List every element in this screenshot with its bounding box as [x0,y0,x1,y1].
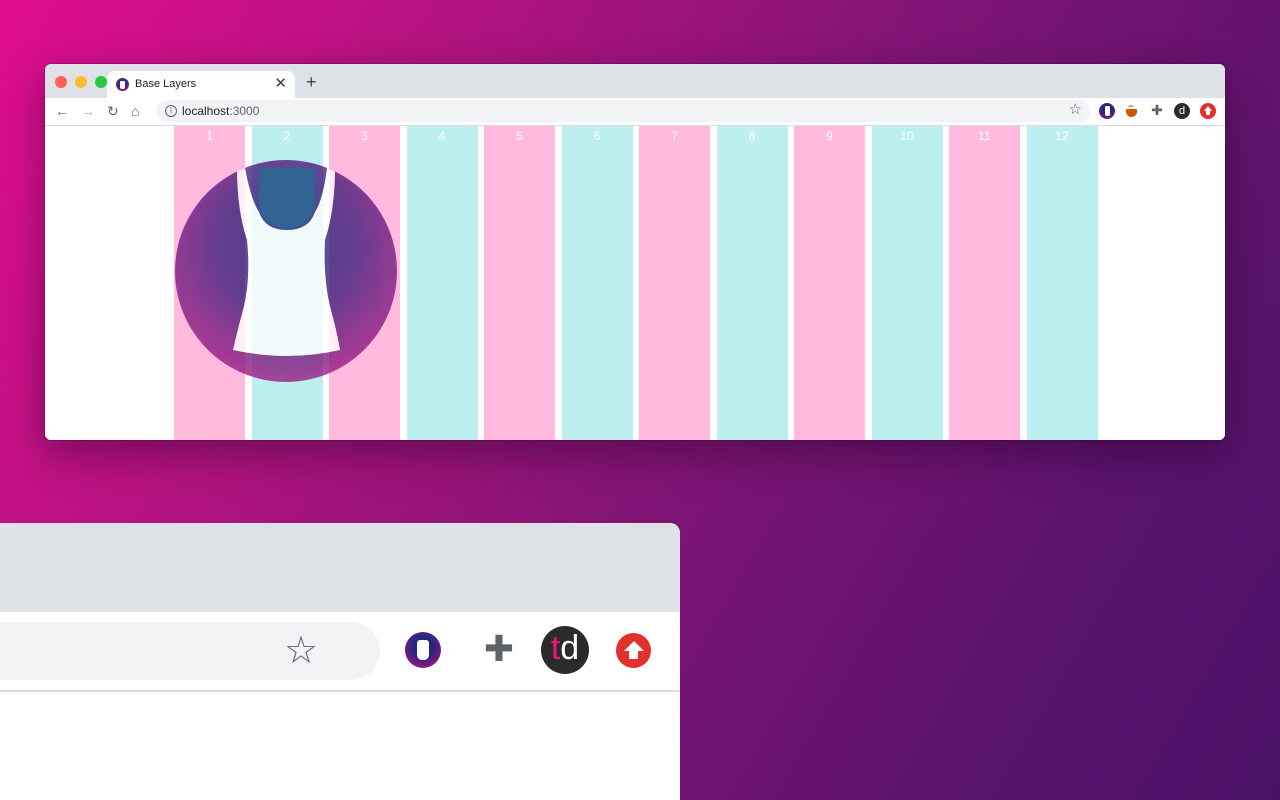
grid-column: 4 [406,126,478,440]
grid-column-number: 1 [206,129,213,143]
grid-column: 6 [561,126,633,440]
toolbar: ← → ↻ ⌂ i localhost:3000 ☆ ✚ d [45,98,1225,126]
url-text: localhost:3000 [182,104,259,118]
coffee-cup-icon[interactable] [1124,103,1140,119]
back-button[interactable]: ← [55,102,69,120]
grid-column-number: 12 [1055,129,1069,143]
info-icon[interactable]: i [165,105,177,117]
tank-top-logo [175,160,397,382]
tank-top-logo-icon [116,78,129,91]
td-icon-d: d [560,629,580,667]
puzzle-icon[interactable]: ✚ [1149,103,1165,119]
maximize-window-button[interactable] [95,76,107,88]
page-content: 1 2 3 4 5 6 7 8 9 10 11 12 [45,126,1225,440]
grid-column: 9 [794,126,865,440]
grid-column-number: 4 [438,129,446,143]
grid-column-number: 10 [900,129,914,143]
window-controls [55,76,107,88]
zoomed-tab-strip [0,523,680,612]
grid-column: 11 [949,126,1020,440]
url-host: localhost [182,104,230,118]
grid-column-number: 2 [283,129,291,143]
close-icon[interactable]: ✕ [274,75,287,93]
reload-button[interactable]: ↻ [107,102,119,120]
grid-column-number: 9 [826,129,833,143]
browser-window: Base Layers ✕ + ← → ↻ ⌂ i localhost:3000… [45,64,1225,440]
grid-column: 10 [871,126,943,440]
home-button[interactable]: ⌂ [131,102,139,120]
new-tab-button[interactable]: + [306,73,317,91]
forward-button[interactable]: → [81,102,95,120]
upload-arrow-icon[interactable] [1200,103,1216,119]
td-icon[interactable]: d [1174,103,1190,119]
td-icon-t: t [550,629,561,667]
tab-strip: Base Layers ✕ + [45,64,1225,98]
grid-column-number: 5 [516,129,523,143]
grid-column: 8 [716,126,788,440]
tab-base-layers[interactable]: Base Layers ✕ [107,71,295,98]
grid-column-number: 7 [671,129,678,143]
zoomed-toolbar: ☆ ✚ td [0,612,680,692]
address-bar[interactable]: i localhost:3000 ☆ [156,100,1090,122]
upload-arrow-icon[interactable] [616,633,651,668]
grid-column-number: 3 [361,129,368,143]
minimize-window-button[interactable] [75,76,87,88]
grid-column-number: 6 [593,129,601,143]
td-icon[interactable]: td [541,626,589,674]
grid-column: 5 [484,126,555,440]
tank-top-extension-icon[interactable] [405,632,441,668]
grid-column-number: 11 [978,129,991,143]
close-window-button[interactable] [55,76,67,88]
grid-column: 7 [639,126,710,440]
bookmark-star-icon[interactable]: ☆ [1069,101,1082,119]
grid-column-number: 8 [748,129,756,143]
puzzle-icon[interactable]: ✚ [476,627,522,673]
url-port: :3000 [229,104,260,118]
tank-top-extension-icon[interactable] [1099,103,1115,119]
zoomed-address-bar[interactable]: ☆ [0,622,380,680]
grid-column: 12 [1026,126,1098,440]
bookmark-star-icon[interactable]: ☆ [284,631,318,671]
tab-title: Base Layers [135,78,197,90]
zoomed-browser-detail: ☆ ✚ td [0,523,680,800]
